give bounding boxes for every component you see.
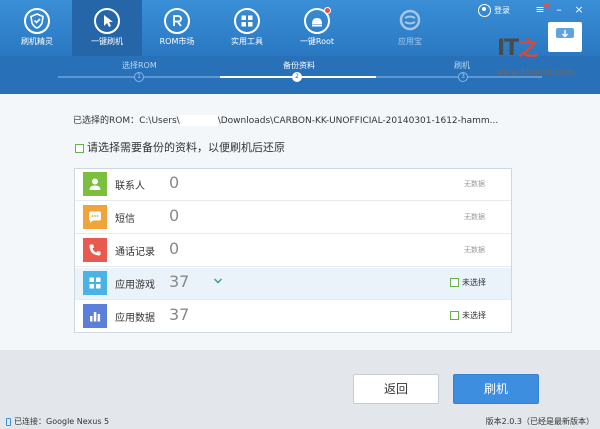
phone-device-icon xyxy=(6,417,11,426)
contacts-icon xyxy=(83,172,107,196)
download-manager-button[interactable] xyxy=(548,22,582,52)
step-line-active xyxy=(302,76,376,78)
backup-row-app-data[interactable]: 应用数据 37 未选择 xyxy=(75,301,511,333)
notification-dot xyxy=(324,7,331,14)
item-status: 无数据 xyxy=(464,213,485,221)
sms-icon xyxy=(83,205,107,229)
login-label: 登录 xyxy=(494,6,510,15)
apps-grid-icon xyxy=(83,271,107,295)
nav-label: ROM市场 xyxy=(159,37,195,46)
selected-rom-path: 已选择的ROM：C:\Users\ \Downloads\CARBON-KK-UN… xyxy=(73,115,499,126)
rom-r-icon xyxy=(164,8,190,34)
item-count: 37 xyxy=(169,272,190,291)
nav-item-app-store[interactable]: 应用宝 xyxy=(375,0,445,56)
step-line xyxy=(376,76,458,78)
item-name: 联系人 xyxy=(115,181,145,192)
bottom-bar: 返回 刷机 已连接：Google Nexus 5 版本2.0.3（已经是最新版本… xyxy=(0,350,600,429)
step-label-flash: 刷机 xyxy=(454,61,470,70)
item-count: 0 xyxy=(169,206,180,225)
nav-label: 一键刷机 xyxy=(91,37,123,46)
step-label-select-rom: 选择ROM xyxy=(122,61,157,70)
grid-tools-icon xyxy=(234,8,260,34)
expand-chevron-icon[interactable] xyxy=(213,277,223,288)
ithome-logo: IT之 xyxy=(497,36,538,61)
backup-list: 联系人 0 无数据 短信 0 无数据 通话记录 0 无数据 应用游戏 37 未选… xyxy=(74,168,512,333)
item-select-toggle[interactable]: 未选择 xyxy=(450,310,486,321)
version-status: 版本2.0.3（已经是最新版本） xyxy=(485,417,594,426)
backup-row-call-log[interactable]: 通话记录 0 无数据 xyxy=(75,235,511,267)
item-name: 应用数据 xyxy=(115,313,155,324)
step-dot-1: 1 xyxy=(134,72,144,82)
item-status: 无数据 xyxy=(464,180,485,188)
phone-icon xyxy=(83,238,107,262)
item-checkbox[interactable] xyxy=(450,278,459,287)
nav-label: 实用工具 xyxy=(231,37,263,46)
nav-label: 应用宝 xyxy=(398,37,422,46)
nav-item-one-click-root[interactable]: 一键Root xyxy=(282,0,352,56)
user-avatar-icon xyxy=(478,4,491,17)
bar-chart-icon xyxy=(83,304,107,328)
item-name: 应用游戏 xyxy=(115,280,155,291)
app-store-icon xyxy=(397,8,423,34)
nav-item-rom-market[interactable]: ROM市场 xyxy=(142,0,212,56)
item-count: 37 xyxy=(169,305,190,324)
flash-button[interactable]: 刷机 xyxy=(453,374,539,404)
login-button[interactable]: 登录 xyxy=(478,4,510,18)
step-dot-3: 3 xyxy=(458,72,468,82)
item-name: 通话记录 xyxy=(115,247,155,258)
step-line-active xyxy=(220,76,296,78)
nav-label: 刷机精灵 xyxy=(21,37,53,46)
backup-row-contacts[interactable]: 联系人 0 无数据 xyxy=(75,169,511,201)
backup-hint[interactable]: 请选择需要备份的资料，以便刷机后还原 xyxy=(75,139,285,155)
step-line xyxy=(144,76,220,78)
redacted-username xyxy=(179,115,218,126)
connection-status: 已连接：Google Nexus 5 xyxy=(6,416,109,427)
item-checkbox[interactable] xyxy=(450,311,459,320)
menu-notification-dot xyxy=(544,3,549,8)
shield-icon xyxy=(24,8,50,34)
backup-row-apps-games[interactable]: 应用游戏 37 未选择 xyxy=(75,268,511,300)
back-button[interactable]: 返回 xyxy=(353,374,439,404)
backup-row-sms[interactable]: 短信 0 无数据 xyxy=(75,202,511,234)
backup-panel: 已选择的ROM：C:\Users\ \Downloads\CARBON-KK-UN… xyxy=(0,94,600,350)
step-line xyxy=(58,76,134,78)
item-name: 短信 xyxy=(115,214,135,225)
step-label-backup: 备份资料 xyxy=(283,61,315,70)
nav-item-tools[interactable]: 实用工具 xyxy=(212,0,282,56)
item-status: 无数据 xyxy=(464,246,485,254)
item-count: 0 xyxy=(169,173,180,192)
item-count: 0 xyxy=(169,239,180,258)
download-icon xyxy=(556,28,574,38)
nav-label: 一键Root xyxy=(299,37,335,46)
item-select-toggle[interactable]: 未选择 xyxy=(450,277,486,288)
ithome-url: www.ithome.com xyxy=(496,68,574,78)
close-icon[interactable]: × xyxy=(572,3,586,17)
nav-item-flash-genie[interactable]: 刷机精灵 xyxy=(2,0,72,56)
minimize-icon[interactable]: – xyxy=(552,3,566,17)
cursor-icon xyxy=(94,8,120,34)
nav-item-one-click-flash[interactable]: 一键刷机 xyxy=(72,0,142,56)
select-all-checkbox[interactable] xyxy=(75,143,84,153)
step-dot-2: 2 xyxy=(292,72,302,82)
